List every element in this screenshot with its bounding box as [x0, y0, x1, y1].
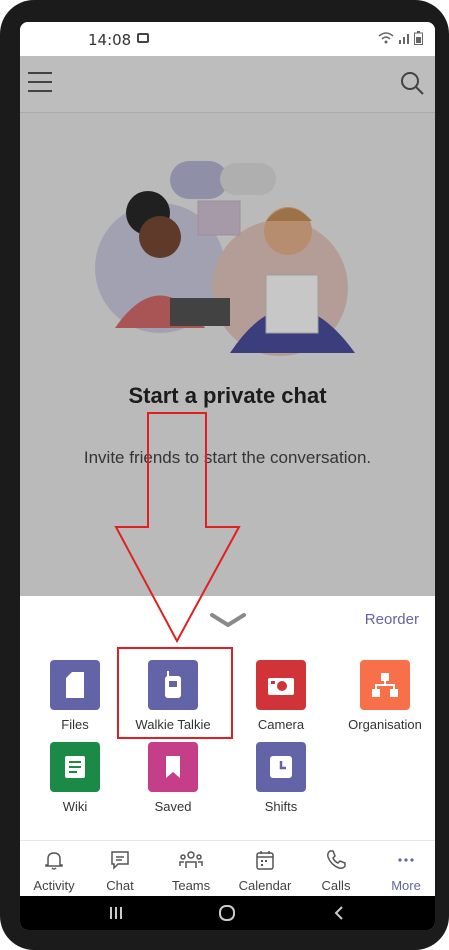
- app-wiki[interactable]: Wiki: [20, 742, 130, 814]
- dim-overlay[interactable]: [20, 56, 435, 596]
- nav-label: Calendar: [238, 878, 292, 893]
- app-organisation[interactable]: Organisation: [330, 660, 435, 732]
- chat-icon: [111, 851, 129, 870]
- app-label: Organisation: [348, 717, 422, 732]
- image-notification-icon: [137, 33, 149, 43]
- camera-icon: [256, 660, 306, 710]
- phone-icon: [327, 850, 346, 869]
- nav-chat[interactable]: Chat: [86, 841, 154, 897]
- battery-icon: [414, 31, 423, 45]
- nav-label: More: [391, 878, 421, 893]
- status-icons: [378, 31, 423, 45]
- bookmark-icon: [148, 742, 198, 792]
- organisation-icon: [360, 660, 410, 710]
- nav-more[interactable]: More: [372, 841, 435, 897]
- app-shifts[interactable]: Shifts: [226, 742, 336, 814]
- status-time: 14:08: [88, 31, 132, 49]
- app-files[interactable]: Files: [20, 660, 130, 732]
- reorder-button[interactable]: Reorder: [365, 611, 419, 628]
- app-label: Camera: [257, 717, 305, 732]
- bell-icon: [45, 852, 63, 870]
- home-icon[interactable]: [218, 904, 236, 922]
- nav-label: Teams: [171, 878, 211, 893]
- clock-icon: [256, 742, 306, 792]
- system-nav-bar: [20, 896, 435, 930]
- phone-frame: 14:08 Start a private chat Invite friend…: [0, 0, 449, 950]
- chevron-down-icon[interactable]: [208, 610, 248, 630]
- app-label: Saved: [154, 799, 192, 814]
- wifi-icon: [378, 32, 394, 44]
- signal-icon: [399, 34, 409, 44]
- app-label: Files: [61, 717, 89, 732]
- recent-apps-icon[interactable]: [108, 905, 124, 921]
- nav-label: Activity: [33, 878, 75, 893]
- app-label: Shifts: [264, 799, 298, 814]
- app-label: Walkie Talkie: [135, 717, 211, 732]
- calendar-icon: [256, 851, 274, 870]
- nav-activity[interactable]: Activity: [20, 841, 88, 897]
- app-saved[interactable]: Saved: [118, 742, 228, 814]
- walkie-talkie-icon: [148, 660, 198, 710]
- app-camera[interactable]: Camera: [226, 660, 336, 732]
- nav-calendar[interactable]: Calendar: [231, 841, 299, 897]
- teams-icon: [179, 851, 203, 868]
- screen: 14:08 Start a private chat Invite friend…: [20, 22, 435, 930]
- more-icon: [398, 858, 414, 862]
- nav-calls[interactable]: Calls: [302, 841, 370, 897]
- wiki-icon: [50, 742, 100, 792]
- app-label: Wiki: [62, 799, 88, 814]
- status-bar: 14:08: [20, 22, 435, 56]
- nav-label: Chat: [106, 878, 134, 893]
- nav-label: Calls: [321, 878, 351, 893]
- app-walkie-talkie[interactable]: Walkie Talkie: [118, 660, 228, 732]
- nav-teams[interactable]: Teams: [157, 841, 225, 897]
- more-apps-sheet: Reorder Files Walkie Talkie Camera Organ…: [20, 596, 435, 840]
- bottom-nav: Activity Chat Teams Calendar Calls More: [20, 840, 435, 897]
- files-icon: [50, 660, 100, 710]
- back-icon[interactable]: [332, 905, 346, 921]
